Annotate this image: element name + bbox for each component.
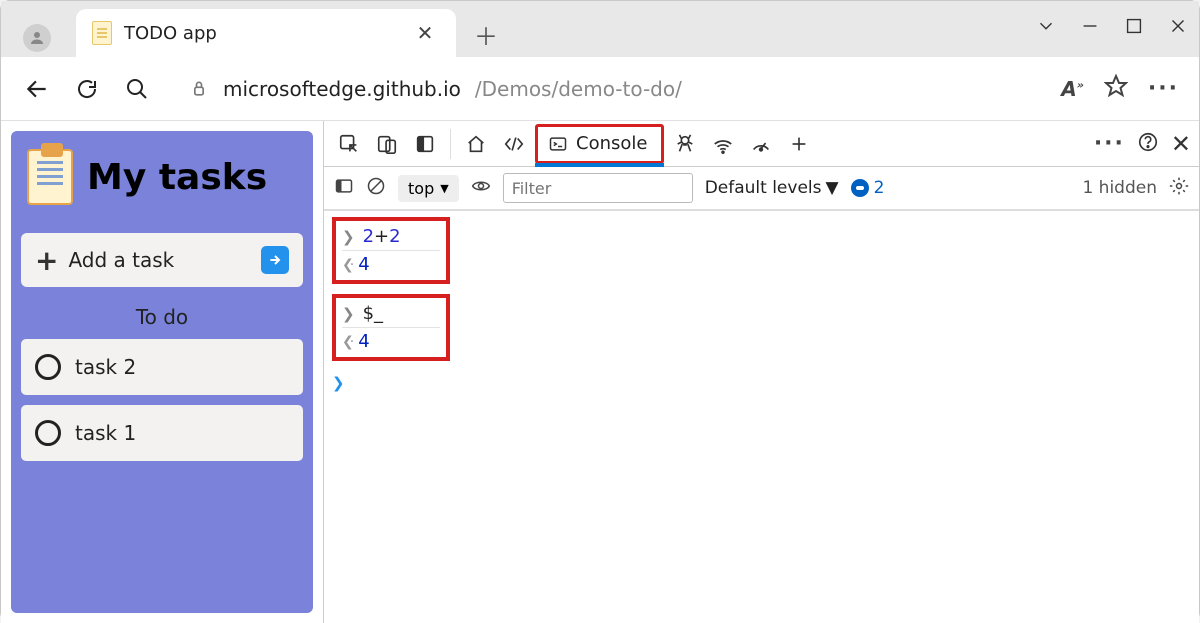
inspect-element-icon[interactable] bbox=[332, 127, 366, 161]
input-code: $_ bbox=[363, 303, 383, 324]
window-controls bbox=[1035, 15, 1189, 41]
toggle-sidebar-icon[interactable] bbox=[334, 176, 354, 200]
dock-side-icon[interactable] bbox=[408, 127, 442, 161]
devtools: Console ··· ✕ top ▼ Default levels bbox=[323, 121, 1199, 623]
read-aloud-button[interactable]: A» bbox=[1061, 77, 1084, 101]
output-group: ❯ 2+2 ❮· 4 bbox=[332, 217, 450, 284]
url-host: microsoftedge.github.io bbox=[223, 77, 461, 101]
result-row: ❮· 4 bbox=[342, 327, 440, 355]
add-task-label: Add a task bbox=[68, 248, 251, 272]
performance-tab-icon[interactable] bbox=[744, 127, 778, 161]
devtools-menu-button[interactable]: ··· bbox=[1094, 131, 1125, 156]
address-bar: microsoftedge.github.io/Demos/demo-to-do… bbox=[1, 57, 1199, 121]
input-chevron-icon: ❯ bbox=[342, 228, 355, 246]
prompt-chevron-icon: ❯ bbox=[332, 374, 345, 392]
clipboard-icon bbox=[27, 149, 73, 205]
context-label: top bbox=[408, 179, 434, 198]
live-expression-icon[interactable] bbox=[471, 176, 491, 200]
elements-tab-icon[interactable] bbox=[497, 127, 531, 161]
task-item[interactable]: task 2 bbox=[21, 339, 303, 395]
output-group: ❯ $_ ❮· 4 bbox=[332, 294, 450, 361]
help-icon[interactable] bbox=[1137, 131, 1159, 157]
result-value: 4 bbox=[358, 254, 369, 275]
sources-tab-icon[interactable] bbox=[668, 127, 702, 161]
settings-menu-button[interactable]: ··· bbox=[1148, 76, 1179, 101]
close-window-button[interactable] bbox=[1167, 15, 1189, 41]
submit-task-button[interactable] bbox=[261, 246, 289, 274]
task-label: task 2 bbox=[75, 355, 136, 379]
address-actions: A» ··· bbox=[1061, 74, 1179, 103]
input-row: ❯ $_ bbox=[342, 300, 440, 327]
workspace: My tasks + Add a task To do task 2 task … bbox=[1, 121, 1199, 623]
tab-favicon-icon bbox=[92, 21, 112, 45]
more-tabs-button[interactable] bbox=[782, 127, 816, 161]
welcome-tab-icon[interactable] bbox=[459, 127, 493, 161]
filter-input[interactable] bbox=[503, 173, 693, 203]
task-label: task 1 bbox=[75, 421, 136, 445]
input-row: ❯ 2+2 bbox=[342, 223, 440, 250]
hidden-messages-label[interactable]: 1 hidden bbox=[1082, 178, 1157, 198]
search-button[interactable] bbox=[121, 73, 153, 105]
minimize-button[interactable] bbox=[1079, 15, 1101, 41]
task-checkbox[interactable] bbox=[35, 420, 61, 446]
maximize-button[interactable] bbox=[1123, 15, 1145, 41]
add-task-input[interactable]: + Add a task bbox=[21, 233, 303, 287]
todo-panel: My tasks + Add a task To do task 2 task … bbox=[11, 131, 313, 613]
log-levels-select[interactable]: Default levels ▼ bbox=[705, 178, 839, 198]
profile-avatar[interactable] bbox=[23, 24, 51, 52]
favorite-button[interactable] bbox=[1104, 74, 1128, 103]
section-header: To do bbox=[21, 305, 303, 329]
plus-icon: + bbox=[35, 244, 58, 277]
context-select[interactable]: top ▼ bbox=[398, 175, 459, 202]
chevron-down-icon[interactable] bbox=[1035, 15, 1057, 41]
console-tab[interactable]: Console bbox=[535, 124, 664, 164]
console-output[interactable]: ❯ 2+2 ❮· 4 ❯ $_ ❮· 4 ❯ bbox=[324, 211, 1199, 623]
back-button[interactable] bbox=[21, 73, 53, 105]
dropdown-arrow-icon: ▼ bbox=[826, 178, 839, 198]
console-toolbar: top ▼ Default levels ▼ 2 1 hidden bbox=[324, 167, 1199, 211]
page-title: My tasks bbox=[87, 157, 267, 198]
devtools-close-button[interactable]: ✕ bbox=[1171, 130, 1191, 158]
return-chevron-icon: ❮· bbox=[342, 257, 350, 273]
levels-label: Default levels bbox=[705, 178, 822, 198]
console-prompt[interactable]: ❯ bbox=[332, 371, 1191, 395]
network-tab-icon[interactable] bbox=[706, 127, 740, 161]
window-titlebar: TODO app ✕ ＋ bbox=[1, 1, 1199, 57]
refresh-button[interactable] bbox=[71, 73, 103, 105]
devtools-tab-strip: Console ··· ✕ bbox=[324, 121, 1199, 167]
console-settings-icon[interactable] bbox=[1169, 176, 1189, 200]
url-path: /Demos/demo-to-do/ bbox=[475, 77, 682, 101]
issues-count: 2 bbox=[874, 178, 885, 198]
return-chevron-icon: ❮· bbox=[342, 334, 350, 350]
dropdown-arrow-icon: ▼ bbox=[440, 182, 448, 195]
input-chevron-icon: ❯ bbox=[342, 305, 355, 323]
tab-close-button[interactable]: ✕ bbox=[410, 18, 440, 48]
issues-chip[interactable]: 2 bbox=[851, 178, 885, 198]
task-checkbox[interactable] bbox=[35, 354, 61, 380]
device-toolbar-icon[interactable] bbox=[370, 127, 404, 161]
result-value: 4 bbox=[358, 331, 369, 352]
tab-title: TODO app bbox=[124, 23, 398, 44]
issues-icon bbox=[851, 179, 869, 197]
new-tab-button[interactable]: ＋ bbox=[471, 19, 501, 49]
page-content: My tasks + Add a task To do task 2 task … bbox=[1, 121, 323, 623]
clear-console-icon[interactable] bbox=[366, 176, 386, 200]
console-tab-label: Console bbox=[576, 133, 647, 154]
result-row: ❮· 4 bbox=[342, 250, 440, 278]
task-item[interactable]: task 1 bbox=[21, 405, 303, 461]
browser-tab[interactable]: TODO app ✕ bbox=[76, 9, 456, 57]
omnibox[interactable]: microsoftedge.github.io/Demos/demo-to-do… bbox=[171, 68, 1033, 110]
